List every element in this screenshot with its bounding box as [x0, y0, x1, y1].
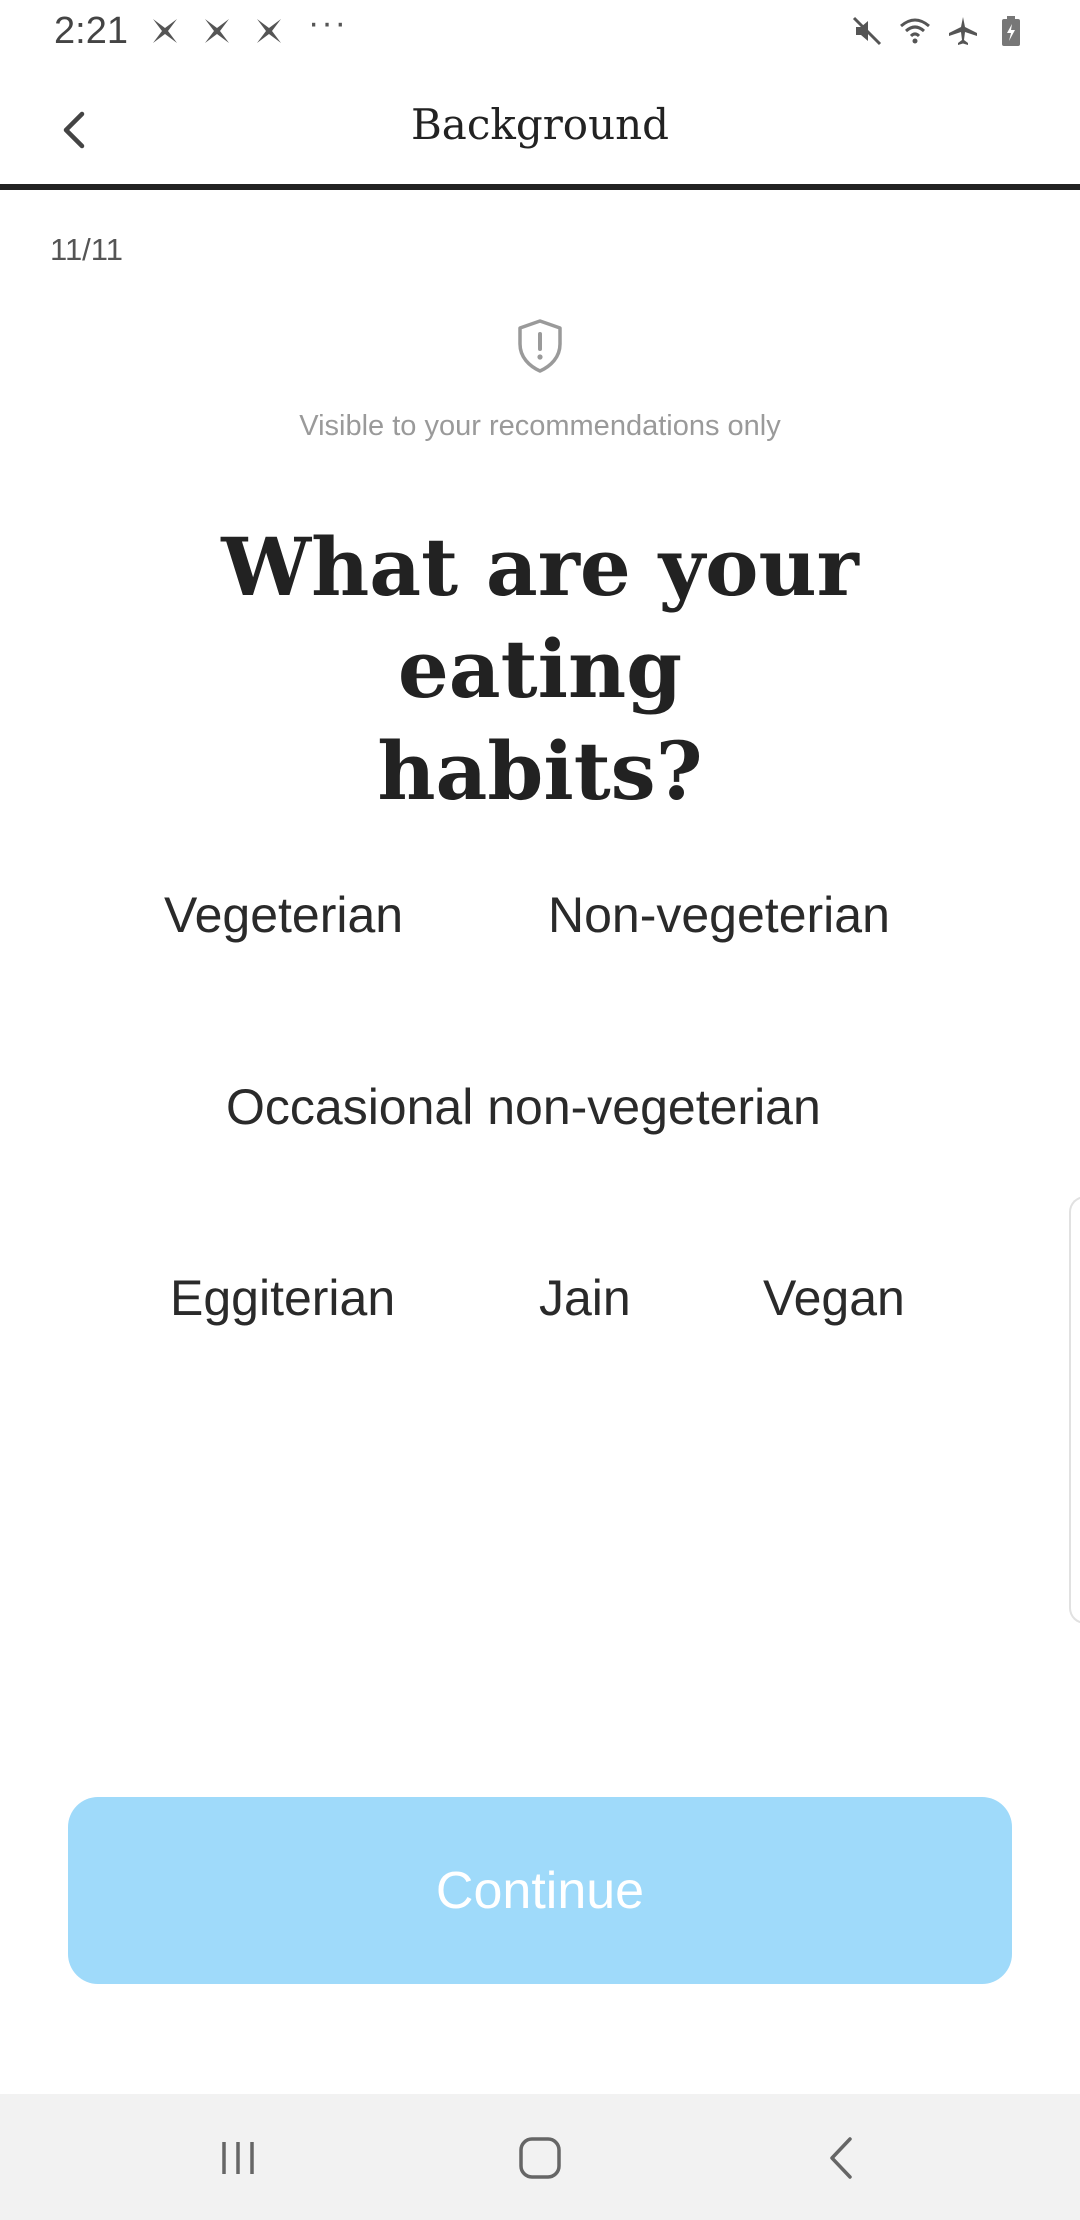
shield-alert-icon — [518, 319, 562, 373]
mute-icon — [852, 16, 882, 46]
progress-bar-fill — [0, 184, 1080, 190]
option-eggiterian[interactable]: Eggiterian — [170, 1269, 395, 1327]
home-icon — [519, 2137, 561, 2179]
tools-cross-icon — [153, 19, 177, 43]
page-title: Background — [410, 100, 670, 149]
progress-bar — [0, 184, 1080, 190]
header: Background — [0, 62, 1080, 190]
question-line-1: What are your eating — [221, 520, 859, 716]
battery-icon — [1002, 16, 1020, 46]
option-occasional-non-vegeterian[interactable]: Occasional non-vegeterian — [226, 1078, 821, 1136]
status-system-icons — [850, 14, 1028, 48]
screen: 2:21 ··· Background 11/11 Visible to you… — [0, 0, 1080, 2220]
wifi-icon — [900, 18, 930, 44]
step-counter: 11/11 — [50, 232, 123, 267]
status-time: 2:21 — [54, 10, 128, 52]
option-non-vegeterian[interactable]: Non-vegeterian — [548, 886, 890, 944]
tools-cross-icon — [257, 19, 281, 43]
more-notifications-icon: ··· — [308, 4, 348, 42]
home-button[interactable] — [510, 2128, 570, 2188]
question-line-2: habits? — [377, 724, 703, 818]
edge-panel-handle[interactable] — [1069, 1196, 1080, 1624]
recents-button[interactable] — [208, 2128, 268, 2188]
tools-cross-icon — [205, 19, 229, 43]
option-jain[interactable]: Jain — [539, 1269, 631, 1327]
question-heading: What are your eating habits? — [90, 516, 990, 822]
option-vegan[interactable]: Vegan — [763, 1269, 905, 1327]
status-bar: 2:21 ··· — [0, 0, 1080, 62]
privacy-note: Visible to your recommendations only — [299, 410, 781, 442]
option-vegeterian[interactable]: Vegeterian — [164, 886, 403, 944]
system-nav-bar — [0, 2094, 1080, 2220]
recents-icon — [222, 2142, 254, 2174]
back-icon — [830, 2137, 852, 2179]
continue-button[interactable]: Continue — [68, 1797, 1012, 1984]
airplane-icon — [949, 17, 977, 45]
nav-back-button[interactable] — [812, 2128, 872, 2188]
status-notification-icons — [148, 14, 286, 48]
